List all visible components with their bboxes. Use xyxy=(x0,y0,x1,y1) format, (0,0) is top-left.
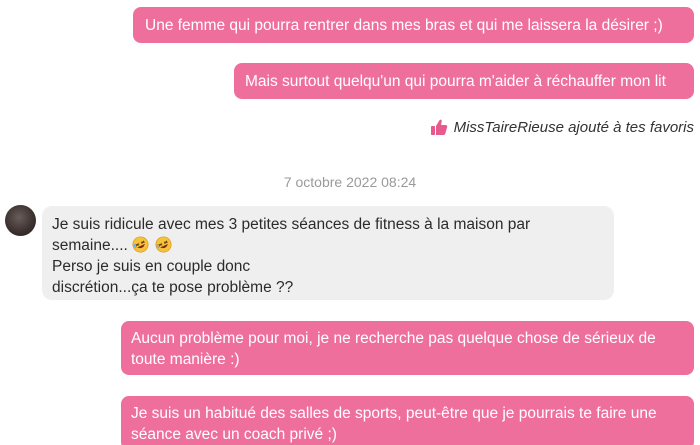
message-text: Je suis un habitué des salles de sports,… xyxy=(131,405,657,422)
message-text: séance avec un coach privé ;) xyxy=(131,426,337,443)
chat-thread: Une femme qui pourra rentrer dans mes br… xyxy=(0,0,700,445)
sent-message: Une femme qui pourra rentrer dans mes br… xyxy=(133,7,694,43)
message-text: Mais surtout quelqu'un qui pourra m'aide… xyxy=(245,73,666,90)
message-text: discrétion...ça te pose problème ?? xyxy=(52,279,294,296)
message-text: semaine.... xyxy=(52,237,128,254)
message-text: Perso je suis en couple donc xyxy=(52,258,251,275)
rolling-on-floor-laughing-icon xyxy=(155,236,172,253)
message-text: Aucun problème pour moi, je ne recherche… xyxy=(131,330,656,347)
rolling-on-floor-laughing-icon xyxy=(132,236,149,253)
message-text: Une femme qui pourra rentrer dans mes br… xyxy=(145,17,663,34)
sent-message: Mais surtout quelqu'un qui pourra m'aide… xyxy=(234,63,694,99)
message-text-with-emoji: semaine.... xyxy=(52,235,604,256)
message-text: Je suis ridicule avec mes 3 petites séan… xyxy=(52,216,531,233)
sent-message: Aucun problème pour moi, je ne recherche… xyxy=(121,321,694,375)
avatar[interactable] xyxy=(5,205,36,236)
sent-message: Je suis un habitué des salles de sports,… xyxy=(121,396,694,445)
thumbs-up-icon xyxy=(430,118,448,136)
favorite-notice-text: MissTaireRieuse ajouté à tes favoris xyxy=(453,118,694,136)
date-separator: 7 octobre 2022 08:24 xyxy=(283,174,417,190)
favorite-notice: MissTaireRieuse ajouté à tes favoris xyxy=(430,116,694,138)
message-text: toute manière :) xyxy=(131,351,240,368)
received-message: Je suis ridicule avec mes 3 petites séan… xyxy=(42,206,614,300)
